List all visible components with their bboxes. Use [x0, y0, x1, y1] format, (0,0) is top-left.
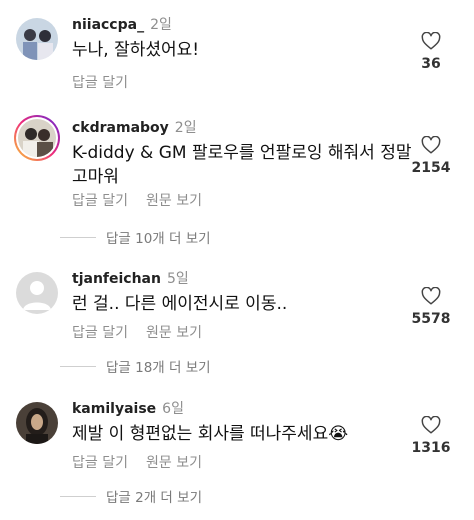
like-control: 2154	[406, 136, 456, 176]
avatar-photo-icon	[16, 18, 58, 60]
reply-button[interactable]: 답글 달기	[72, 75, 128, 91]
default-avatar-icon	[16, 272, 58, 314]
comment-header: niiaccpa_ 2일	[72, 14, 172, 34]
comment-text: 누나, 잘하셨어요!	[72, 40, 200, 60]
like-count: 1316	[411, 440, 451, 456]
comment-actions: 답글 달기 원문 보기	[72, 322, 220, 342]
reply-button[interactable]: 답글 달기	[72, 193, 128, 209]
like-control: 36	[406, 32, 456, 72]
reply-button[interactable]: 답글 달기	[72, 325, 128, 341]
comment-actions: 답글 달기 원문 보기	[72, 190, 220, 210]
timestamp: 6일	[162, 401, 184, 417]
comment-header: ckdramaboy 2일	[72, 117, 197, 137]
avatar[interactable]	[16, 272, 58, 314]
username[interactable]: niiaccpa_	[72, 17, 144, 33]
comment-actions: 답글 달기	[72, 72, 146, 92]
avatar[interactable]	[16, 402, 58, 444]
reply-button[interactable]: 답글 달기	[72, 455, 128, 471]
timestamp: 5일	[166, 271, 189, 287]
view-more-replies-label: 답글 10개 더 보기	[106, 231, 211, 247]
username[interactable]: kamilyaise	[72, 401, 156, 417]
like-control: 1316	[406, 416, 456, 456]
timestamp: 2일	[174, 120, 197, 136]
comment-text: K-diddy & GM 팔로우를 언팔로잉 해줘서 정말 고마워	[72, 143, 412, 187]
heart-outline-icon[interactable]	[421, 287, 441, 305]
comment-header: tjanfeichan 5일	[72, 268, 189, 288]
see-original-button[interactable]: 원문 보기	[146, 193, 202, 209]
username[interactable]: ckdramaboy	[72, 120, 169, 136]
view-more-replies-label: 답글 18개 더 보기	[106, 360, 211, 376]
like-count: 5578	[411, 311, 451, 327]
heart-outline-icon[interactable]	[421, 32, 441, 50]
divider-line	[60, 495, 96, 497]
username[interactable]: tjanfeichan	[72, 271, 161, 287]
avatar-photo-icon	[16, 402, 58, 444]
like-control: 5578	[406, 287, 456, 327]
divider-line	[60, 365, 96, 367]
view-more-replies-label: 답글 2개 더 보기	[106, 490, 202, 506]
comment-actions: 답글 달기 원문 보기	[72, 452, 220, 472]
comment-text: 런 걸.. 다른 에이전시로 이동..	[72, 294, 288, 314]
comment-text: 제발 이 형편없는 회사를 떠나주세요😭	[72, 424, 349, 444]
view-more-replies[interactable]: 답글 10개 더 보기	[60, 227, 211, 247]
like-count: 2154	[411, 160, 451, 176]
see-original-button[interactable]: 원문 보기	[146, 325, 202, 341]
timestamp: 2일	[150, 17, 172, 33]
heart-outline-icon[interactable]	[421, 136, 441, 154]
view-more-replies[interactable]: 답글 18개 더 보기	[60, 356, 211, 376]
avatar-photo-story-ring-icon	[14, 115, 60, 161]
see-original-button[interactable]: 원문 보기	[146, 455, 202, 471]
view-more-replies[interactable]: 답글 2개 더 보기	[60, 486, 202, 506]
comment-header: kamilyaise 6일	[72, 398, 184, 418]
avatar[interactable]	[13, 114, 61, 162]
divider-line	[60, 236, 96, 238]
like-count: 36	[421, 56, 441, 72]
heart-outline-icon[interactable]	[421, 416, 441, 434]
avatar[interactable]	[16, 18, 58, 60]
